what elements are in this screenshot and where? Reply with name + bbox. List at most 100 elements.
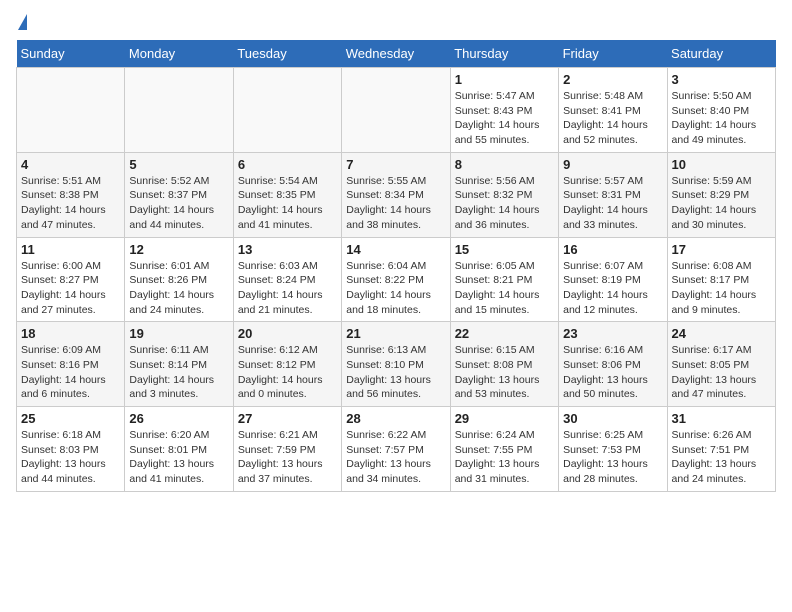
calendar-cell — [125, 68, 233, 153]
calendar-cell — [342, 68, 450, 153]
day-info: Sunrise: 5:55 AMSunset: 8:34 PMDaylight:… — [346, 174, 445, 233]
day-info: Sunrise: 5:50 AMSunset: 8:40 PMDaylight:… — [672, 89, 771, 148]
calendar-cell: 23Sunrise: 6:16 AMSunset: 8:06 PMDayligh… — [559, 322, 667, 407]
calendar-cell: 27Sunrise: 6:21 AMSunset: 7:59 PMDayligh… — [233, 407, 341, 492]
calendar-cell — [233, 68, 341, 153]
day-info: Sunrise: 5:51 AMSunset: 8:38 PMDaylight:… — [21, 174, 120, 233]
day-info: Sunrise: 6:09 AMSunset: 8:16 PMDaylight:… — [21, 343, 120, 402]
day-number: 22 — [455, 326, 554, 341]
calendar-cell: 11Sunrise: 6:00 AMSunset: 8:27 PMDayligh… — [17, 237, 125, 322]
day-info: Sunrise: 6:07 AMSunset: 8:19 PMDaylight:… — [563, 259, 662, 318]
day-info: Sunrise: 6:24 AMSunset: 7:55 PMDaylight:… — [455, 428, 554, 487]
day-number: 15 — [455, 242, 554, 257]
day-number: 9 — [563, 157, 662, 172]
calendar-cell: 16 Sunrise: 6:07 AMSunset: 8:19 PMDayligh… — [559, 237, 667, 322]
day-info: Sunrise: 6:15 AMSunset: 8:08 PMDaylight:… — [455, 343, 554, 402]
day-number: 24 — [672, 326, 771, 341]
day-number: 17 — [672, 242, 771, 257]
calendar-cell: 25 Sunrise: 6:18 AMSunset: 8:03 PMDayligh… — [17, 407, 125, 492]
calendar-cell: 2 Sunrise: 5:48 AMSunset: 8:41 PMDaylight… — [559, 68, 667, 153]
day-info: Sunrise: 5:48 AMSunset: 8:41 PMDaylight:… — [563, 89, 662, 148]
calendar-cell: 6 Sunrise: 5:54 AMSunset: 8:35 PMDaylight… — [233, 152, 341, 237]
calendar-cell: 1Sunrise: 5:47 AMSunset: 8:43 PMDaylight… — [450, 68, 558, 153]
column-header-monday: Monday — [125, 40, 233, 68]
day-number: 23 — [563, 326, 662, 341]
day-info: Sunrise: 6:25 AMSunset: 7:53 PMDaylight:… — [563, 428, 662, 487]
calendar-cell: 5Sunrise: 5:52 AMSunset: 8:37 PMDaylight… — [125, 152, 233, 237]
calendar-cell: 12 Sunrise: 6:01 AMSunset: 8:26 PMDayligh… — [125, 237, 233, 322]
calendar-cell: 28 Sunrise: 6:22 AMSunset: 7:57 PMDayligh… — [342, 407, 450, 492]
day-number: 2 — [563, 72, 662, 87]
calendar-cell: 7 Sunrise: 5:55 AMSunset: 8:34 PMDaylight… — [342, 152, 450, 237]
day-info: Sunrise: 6:12 AMSunset: 8:12 PMDaylight:… — [238, 343, 337, 402]
day-info: Sunrise: 5:56 AMSunset: 8:32 PMDaylight:… — [455, 174, 554, 233]
column-header-friday: Friday — [559, 40, 667, 68]
day-number: 3 — [672, 72, 771, 87]
day-number: 12 — [129, 242, 228, 257]
calendar-cell: 18 Sunrise: 6:09 AMSunset: 8:16 PMDayligh… — [17, 322, 125, 407]
column-header-saturday: Saturday — [667, 40, 775, 68]
day-info: Sunrise: 5:59 AMSunset: 8:29 PMDaylight:… — [672, 174, 771, 233]
day-number: 20 — [238, 326, 337, 341]
calendar-cell: 3 Sunrise: 5:50 AMSunset: 8:40 PMDaylight… — [667, 68, 775, 153]
calendar-header-row: SundayMondayTuesdayWednesdayThursdayFrid… — [17, 40, 776, 68]
day-info: Sunrise: 6:03 AMSunset: 8:24 PMDaylight:… — [238, 259, 337, 318]
column-header-tuesday: Tuesday — [233, 40, 341, 68]
day-number: 7 — [346, 157, 445, 172]
day-number: 13 — [238, 242, 337, 257]
day-number: 28 — [346, 411, 445, 426]
day-number: 5 — [129, 157, 228, 172]
day-info: Sunrise: 6:18 AMSunset: 8:03 PMDaylight:… — [21, 428, 120, 487]
day-number: 21 — [346, 326, 445, 341]
calendar-cell: 17 Sunrise: 6:08 AMSunset: 8:17 PMDayligh… — [667, 237, 775, 322]
day-info: Sunrise: 6:05 AMSunset: 8:21 PMDaylight:… — [455, 259, 554, 318]
day-info: Sunrise: 6:26 AMSunset: 7:51 PMDaylight:… — [672, 428, 771, 487]
calendar-cell — [17, 68, 125, 153]
day-info: Sunrise: 6:22 AMSunset: 7:57 PMDaylight:… — [346, 428, 445, 487]
day-number: 18 — [21, 326, 120, 341]
calendar-cell: 29Sunrise: 6:24 AMSunset: 7:55 PMDayligh… — [450, 407, 558, 492]
day-info: Sunrise: 6:21 AMSunset: 7:59 PMDaylight:… — [238, 428, 337, 487]
day-number: 14 — [346, 242, 445, 257]
day-number: 25 — [21, 411, 120, 426]
calendar-cell: 19Sunrise: 6:11 AMSunset: 8:14 PMDayligh… — [125, 322, 233, 407]
calendar-cell: 22 Sunrise: 6:15 AMSunset: 8:08 PMDayligh… — [450, 322, 558, 407]
day-info: Sunrise: 5:54 AMSunset: 8:35 PMDaylight:… — [238, 174, 337, 233]
logo — [16, 16, 27, 32]
calendar-cell: 24 Sunrise: 6:17 AMSunset: 8:05 PMDayligh… — [667, 322, 775, 407]
calendar-week-row: 11Sunrise: 6:00 AMSunset: 8:27 PMDayligh… — [17, 237, 776, 322]
calendar-week-row: 18 Sunrise: 6:09 AMSunset: 8:16 PMDayligh… — [17, 322, 776, 407]
calendar-cell: 13 Sunrise: 6:03 AMSunset: 8:24 PMDayligh… — [233, 237, 341, 322]
calendar-cell: 21 Sunrise: 6:13 AMSunset: 8:10 PMDayligh… — [342, 322, 450, 407]
day-number: 1 — [455, 72, 554, 87]
calendar-week-row: 25 Sunrise: 6:18 AMSunset: 8:03 PMDayligh… — [17, 407, 776, 492]
calendar-cell: 14 Sunrise: 6:04 AMSunset: 8:22 PMDayligh… — [342, 237, 450, 322]
day-info: Sunrise: 5:57 AMSunset: 8:31 PMDaylight:… — [563, 174, 662, 233]
day-number: 6 — [238, 157, 337, 172]
day-number: 16 — [563, 242, 662, 257]
day-info: Sunrise: 6:17 AMSunset: 8:05 PMDaylight:… — [672, 343, 771, 402]
calendar-week-row: 1Sunrise: 5:47 AMSunset: 8:43 PMDaylight… — [17, 68, 776, 153]
day-info: Sunrise: 6:00 AMSunset: 8:27 PMDaylight:… — [21, 259, 120, 318]
day-info: Sunrise: 6:04 AMSunset: 8:22 PMDaylight:… — [346, 259, 445, 318]
day-info: Sunrise: 6:13 AMSunset: 8:10 PMDaylight:… — [346, 343, 445, 402]
day-info: Sunrise: 6:08 AMSunset: 8:17 PMDaylight:… — [672, 259, 771, 318]
day-info: Sunrise: 6:20 AMSunset: 8:01 PMDaylight:… — [129, 428, 228, 487]
calendar-cell: 8Sunrise: 5:56 AMSunset: 8:32 PMDaylight… — [450, 152, 558, 237]
day-number: 31 — [672, 411, 771, 426]
day-number: 26 — [129, 411, 228, 426]
day-number: 4 — [21, 157, 120, 172]
day-number: 19 — [129, 326, 228, 341]
calendar-cell: 31 Sunrise: 6:26 AMSunset: 7:51 PMDayligh… — [667, 407, 775, 492]
calendar: SundayMondayTuesdayWednesdayThursdayFrid… — [16, 40, 776, 492]
calendar-cell: 15 Sunrise: 6:05 AMSunset: 8:21 PMDayligh… — [450, 237, 558, 322]
header — [16, 16, 776, 32]
calendar-cell: 9 Sunrise: 5:57 AMSunset: 8:31 PMDaylight… — [559, 152, 667, 237]
calendar-cell: 10 Sunrise: 5:59 AMSunset: 8:29 PMDayligh… — [667, 152, 775, 237]
calendar-week-row: 4 Sunrise: 5:51 AMSunset: 8:38 PMDaylight… — [17, 152, 776, 237]
day-info: Sunrise: 6:01 AMSunset: 8:26 PMDaylight:… — [129, 259, 228, 318]
day-number: 10 — [672, 157, 771, 172]
day-number: 30 — [563, 411, 662, 426]
column-header-wednesday: Wednesday — [342, 40, 450, 68]
column-header-thursday: Thursday — [450, 40, 558, 68]
